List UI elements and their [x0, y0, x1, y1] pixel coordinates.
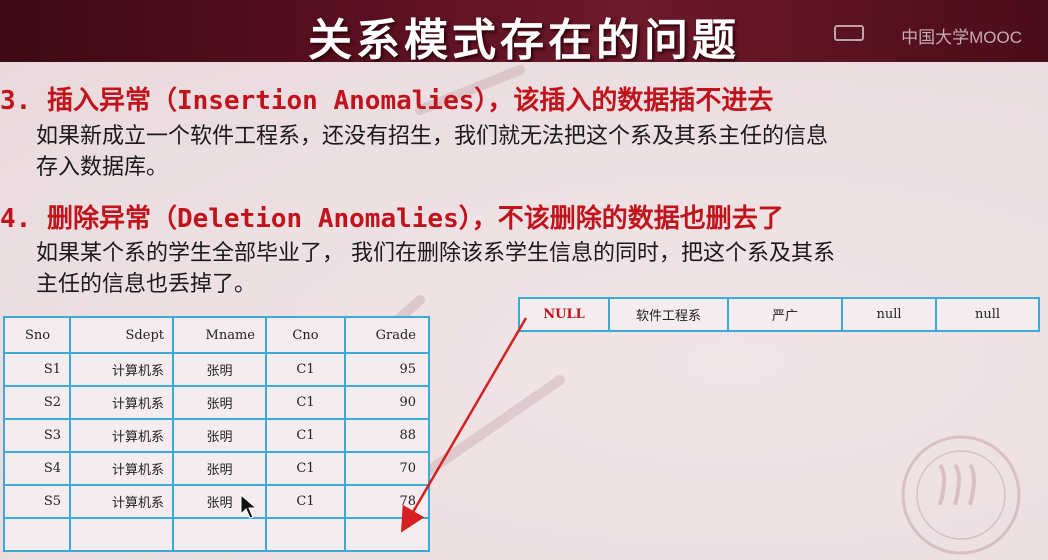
mouse-cursor-icon [240, 494, 258, 519]
insert-arrow-icon [400, 317, 528, 533]
